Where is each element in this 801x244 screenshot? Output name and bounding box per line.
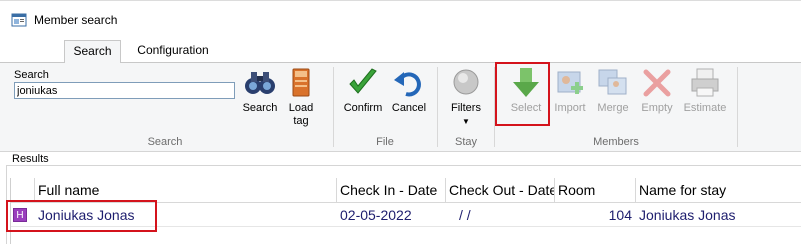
- estimate-button-label: Estimate: [683, 102, 727, 114]
- members-group-label: Members: [593, 136, 639, 148]
- window-title: Member search: [34, 13, 118, 27]
- title-bar: Member search: [0, 0, 801, 40]
- search-field-label: Search: [14, 69, 49, 81]
- tag-book-icon: [292, 68, 310, 97]
- column-header-name-for-stay[interactable]: Name for stay: [636, 178, 801, 203]
- select-highlight-box: [495, 62, 550, 126]
- import-member-icon: [557, 71, 583, 94]
- empty-button[interactable]: Empty: [637, 66, 677, 115]
- merge-members-icon: [598, 69, 627, 95]
- confirm-button-label: Confirm: [343, 102, 383, 114]
- search-input[interactable]: [14, 82, 235, 99]
- chevron-down-icon: ▼: [462, 117, 470, 126]
- search-group-label: Search: [147, 136, 183, 148]
- search-button-label: Search: [242, 102, 278, 114]
- app-window-icon: [11, 13, 27, 27]
- stay-group: Filters ▼ Stay: [438, 63, 494, 152]
- empty-button-label: Empty: [641, 102, 673, 114]
- file-group: Confirm Cancel File: [334, 63, 436, 152]
- row-highlight-box: [6, 200, 157, 232]
- import-button[interactable]: Import: [551, 66, 589, 115]
- cancel-button[interactable]: Cancel: [388, 66, 430, 115]
- group-separator: [737, 67, 738, 147]
- import-button-label: Import: [554, 102, 586, 114]
- estimate-button[interactable]: Estimate: [680, 66, 730, 115]
- cell-name-for-stay[interactable]: Joniukas Jonas: [637, 203, 801, 227]
- cell-room[interactable]: 104: [556, 203, 634, 227]
- load-tag-button[interactable]: Load tag: [283, 66, 319, 128]
- column-header-room[interactable]: Room: [555, 178, 636, 203]
- cell-check-out[interactable]: / /: [457, 203, 555, 227]
- results-label: Results: [12, 153, 49, 165]
- cell-check-in[interactable]: 02-05-2022: [338, 203, 446, 227]
- cancel-button-label: Cancel: [391, 102, 427, 114]
- stay-group-label: Stay: [454, 136, 477, 148]
- merge-button[interactable]: Merge: [593, 66, 633, 115]
- merge-button-label: Merge: [597, 102, 629, 114]
- tab-bar: Search Configuration: [0, 40, 801, 64]
- column-header-check-in[interactable]: Check In - Date: [337, 178, 446, 203]
- confirm-button[interactable]: Confirm: [340, 66, 386, 115]
- printer-icon: [691, 68, 719, 97]
- file-group-label: File: [376, 136, 394, 148]
- search-group: Search Search Load tag: [0, 63, 330, 152]
- load-tag-label-line1: Load: [288, 102, 314, 114]
- close-x-icon: [643, 69, 671, 97]
- top-border: [0, 0, 801, 1]
- filters-button-label: Filters: [451, 102, 481, 114]
- tab-configuration[interactable]: Configuration: [127, 40, 219, 63]
- filter-circle-icon: [453, 69, 479, 95]
- binoculars-icon: [245, 72, 275, 94]
- tab-search[interactable]: Search: [64, 40, 121, 64]
- ribbon: Search Search Load tag: [0, 63, 801, 152]
- checkmark-icon: [349, 68, 377, 94]
- load-tag-label-line2: tag: [293, 115, 309, 127]
- search-button[interactable]: Search: [240, 66, 280, 115]
- undo-arrow-icon: [394, 72, 421, 97]
- filters-button[interactable]: Filters ▼: [448, 66, 484, 128]
- column-header-check-out[interactable]: Check Out - Date: [446, 178, 555, 203]
